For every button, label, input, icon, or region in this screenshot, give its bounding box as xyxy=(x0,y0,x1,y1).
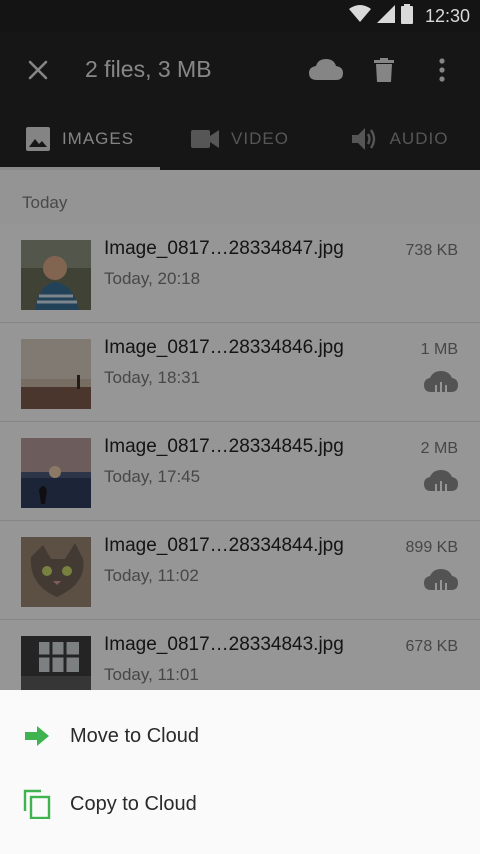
copy-icon xyxy=(22,789,52,819)
move-to-cloud-option[interactable]: Move to Cloud xyxy=(0,702,480,770)
modal-scrim[interactable] xyxy=(0,32,480,690)
move-to-cloud-label: Move to Cloud xyxy=(70,724,199,747)
signal-icon xyxy=(376,4,395,28)
status-time: 12:30 xyxy=(424,5,470,26)
battery-icon xyxy=(400,3,413,29)
arrow-right-icon xyxy=(22,721,52,751)
status-bar: 12:30 xyxy=(0,0,480,32)
copy-to-cloud-label: Copy to Cloud xyxy=(70,792,197,815)
bottom-sheet: Move to Cloud Copy to Cloud xyxy=(0,690,480,854)
wifi-icon xyxy=(348,4,371,28)
copy-to-cloud-option[interactable]: Copy to Cloud xyxy=(0,770,480,838)
